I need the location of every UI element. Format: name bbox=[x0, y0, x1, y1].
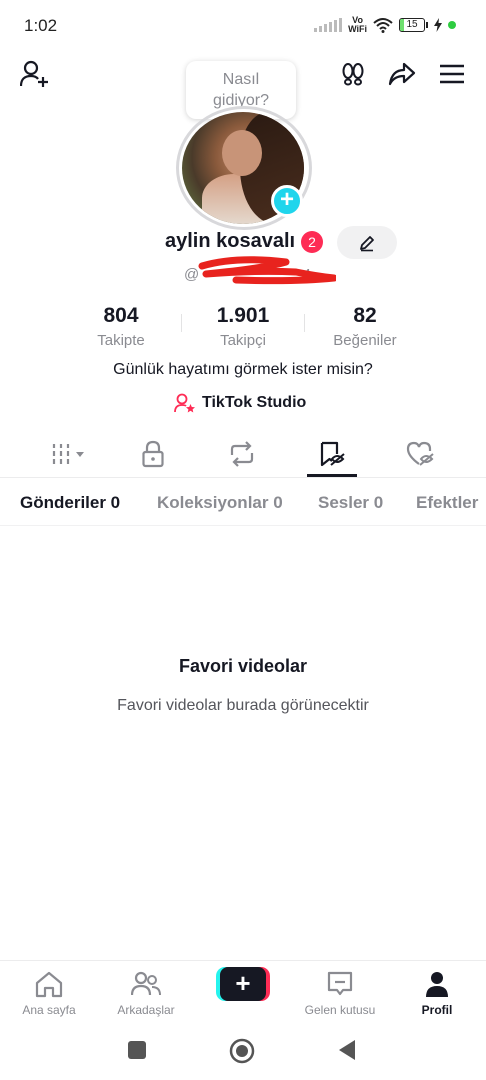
share-icon bbox=[388, 62, 416, 86]
system-nav-bar bbox=[0, 1024, 486, 1080]
share-button[interactable] bbox=[385, 58, 419, 90]
bookmark-hidden-icon bbox=[320, 441, 345, 467]
tiktok-studio-link[interactable]: TikTok Studio bbox=[174, 393, 306, 413]
nav-label: Profil bbox=[421, 1003, 453, 1017]
add-story-button[interactable]: + bbox=[271, 185, 303, 217]
battery-level: 15 bbox=[406, 19, 418, 30]
home-circle-icon[interactable] bbox=[229, 1038, 255, 1064]
inbox-icon bbox=[327, 971, 353, 996]
stat-value: 804 bbox=[103, 304, 139, 327]
username: aylin kosavalı bbox=[165, 230, 296, 252]
nav-profile[interactable]: Profil bbox=[392, 969, 482, 1017]
add-user-icon bbox=[20, 60, 48, 87]
stat-following[interactable]: 804 Takipte bbox=[60, 304, 182, 349]
tab-liked[interactable] bbox=[396, 436, 446, 472]
vowifi-label: Vo WiFi bbox=[348, 15, 367, 34]
stat-label: Beğeniler bbox=[333, 332, 397, 349]
empty-state-title: Favori videolar bbox=[178, 656, 308, 676]
pencil-icon bbox=[360, 235, 374, 251]
status-time: 1:02 bbox=[24, 16, 58, 35]
edit-profile-button[interactable] bbox=[337, 226, 397, 259]
grid-sort-icon bbox=[52, 444, 84, 464]
stat-label: Takipçi bbox=[220, 332, 266, 349]
tab-reposts[interactable] bbox=[217, 436, 267, 472]
favorites-sub-tabs: Gönderiler 0 Koleksiyonlar 0 Sesler 0 Ef… bbox=[0, 478, 486, 526]
username-row: aylin kosavalı 2 bbox=[165, 230, 324, 253]
subtab-collections[interactable]: Koleksiyonlar 0 bbox=[157, 493, 283, 513]
hamburger-icon bbox=[440, 64, 464, 84]
stat-label: Takipte bbox=[97, 332, 145, 349]
stats-row: 804 Takipte 1.901 Takipçi 82 Beğeniler bbox=[60, 304, 426, 349]
bottom-nav: Ana sayfa Arkadaşlar + Gelen kutusu Prof… bbox=[0, 960, 486, 1024]
lock-icon bbox=[142, 440, 164, 468]
redaction-scribble bbox=[198, 256, 336, 285]
studio-label: TikTok Studio bbox=[202, 394, 307, 411]
create-button[interactable]: + bbox=[216, 967, 270, 1001]
notification-badge[interactable]: 2 bbox=[301, 230, 324, 253]
recents-icon[interactable] bbox=[127, 1040, 147, 1060]
profile-icon bbox=[426, 972, 448, 997]
friends-icon bbox=[131, 971, 161, 996]
tab-videos[interactable] bbox=[44, 436, 94, 472]
home-icon bbox=[35, 971, 63, 998]
nav-friends[interactable]: Arkadaşlar bbox=[101, 969, 191, 1017]
active-tab-indicator bbox=[307, 474, 357, 477]
bubble-text: Nasıl gidiyor? bbox=[212, 71, 270, 109]
tab-favorites[interactable] bbox=[307, 436, 357, 472]
subtab-sounds[interactable]: Sesler 0 bbox=[318, 493, 383, 513]
content-icon-tabs bbox=[0, 430, 486, 478]
empty-state-subtitle: Favori videolar burada görünecektir bbox=[117, 697, 369, 714]
heart-hidden-icon bbox=[406, 441, 434, 466]
status-bar: 1:02 Vo WiFi 15 bbox=[0, 0, 486, 52]
repost-icon bbox=[230, 441, 254, 467]
wifi-icon bbox=[373, 18, 393, 33]
stat-value: 82 bbox=[353, 304, 377, 327]
signal-icon bbox=[314, 18, 343, 32]
subtab-posts[interactable]: Gönderiler 0 bbox=[20, 493, 120, 513]
stat-followers[interactable]: 1.901 Takipçi bbox=[182, 304, 304, 349]
back-icon[interactable] bbox=[337, 1039, 357, 1061]
footprints-button[interactable] bbox=[336, 58, 370, 90]
stat-value: 1.901 bbox=[216, 304, 270, 327]
nav-label: Ana sayfa bbox=[22, 1003, 76, 1017]
charging-dot bbox=[448, 21, 456, 29]
nav-label: Arkadaşlar bbox=[117, 1003, 175, 1017]
tab-private[interactable] bbox=[128, 436, 178, 472]
stat-divider bbox=[304, 314, 305, 332]
charging-icon bbox=[434, 18, 442, 32]
nav-inbox[interactable]: Gelen kutusu bbox=[295, 969, 385, 1017]
plus-icon: + bbox=[220, 967, 266, 1001]
stat-likes[interactable]: 82 Beğeniler bbox=[304, 304, 426, 349]
add-friend-button[interactable] bbox=[18, 58, 52, 90]
stat-divider bbox=[181, 314, 182, 332]
studio-icon bbox=[174, 393, 195, 413]
battery-icon: 15 bbox=[399, 18, 428, 32]
profile-bio[interactable]: Günlük hayatımı görmek ister misin? bbox=[0, 361, 486, 379]
nav-home[interactable]: Ana sayfa bbox=[4, 969, 94, 1017]
nav-label: Gelen kutusu bbox=[304, 1003, 376, 1017]
menu-button[interactable] bbox=[436, 58, 468, 90]
subtab-effects[interactable]: Efektler bbox=[416, 493, 478, 513]
status-icons: Vo WiFi 15 bbox=[314, 16, 456, 34]
footprints-icon bbox=[342, 63, 364, 86]
